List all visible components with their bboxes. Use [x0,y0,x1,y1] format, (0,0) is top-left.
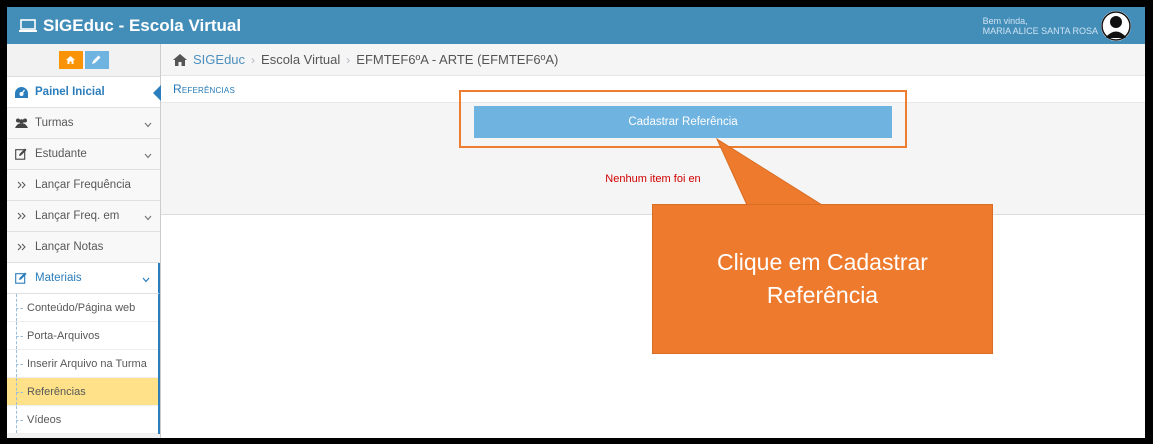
submenu-item-inserir-arquivo[interactable]: Inserir Arquivo na Turma [7,350,158,378]
breadcrumb-item[interactable]: Escola Virtual [261,52,340,67]
double-chevron-icon [13,181,29,189]
sidebar-item-label: Estudante [35,148,87,160]
pencil-icon [92,53,101,67]
submenu-item-referencias[interactable]: Referências [7,378,158,406]
breadcrumb-link-home[interactable]: SIGEduc [193,52,245,67]
chevron-down-icon [142,274,150,286]
callout-text: Clique em Cadastrar Referência [717,249,928,308]
edit-icon [13,272,29,284]
submenu-item-conteudo[interactable]: Conteúdo/Página web [7,294,158,322]
content-panel: Cadastrar Referência Nenhum item foi en [161,90,1145,215]
users-icon [13,118,29,128]
dashboard-icon [13,86,29,98]
sidebar-item-label: Lançar Freq. em [35,210,120,222]
double-chevron-icon [13,243,29,251]
submenu-item-label: Conteúdo/Página web [27,301,136,314]
submenu-item-label: Referências [27,385,86,398]
greeting-text: Bem vinda, [982,16,1028,26]
materiais-submenu: Conteúdo/Página web Porta-Arquivos Inser… [7,294,160,434]
brand[interactable]: SIGEduc - Escola Virtual [19,16,241,36]
home-shortcut-button[interactable] [58,51,83,69]
home-icon[interactable] [173,53,187,66]
breadcrumb: SIGEduc › Escola Virtual › EFMTEF6ºA - A… [161,44,1145,76]
avatar[interactable] [1101,11,1131,41]
edit-icon [13,148,29,160]
breadcrumb-separator-icon: › [346,52,351,67]
breadcrumb-separator-icon: › [251,52,256,67]
sidebar-item-label: Lançar Frequência [35,179,131,191]
chevron-down-icon [144,119,152,131]
sidebar-item-label: Lançar Notas [35,241,104,253]
double-chevron-icon [13,212,29,220]
edit-shortcut-button[interactable] [84,51,109,69]
cadastrar-referencia-button[interactable]: Cadastrar Referência [474,106,892,138]
sidebar-item-lancar-notas[interactable]: Lançar Notas [7,232,160,263]
home-icon [66,53,75,67]
submenu-item-label: Vídeos [27,413,62,426]
user-menu[interactable]: Bem vinda, MARIA ALICE SANTA ROSA [983,9,1131,43]
laptop-icon [19,19,37,33]
sidebar-item-estudante[interactable]: Estudante [7,139,160,170]
top-navbar: SIGEduc - Escola Virtual Bem vinda, MARI… [7,7,1145,44]
app-window: SIGEduc - Escola Virtual Bem vinda, MARI… [7,7,1145,438]
active-caret-icon [153,85,161,101]
sidebar-item-materiais[interactable]: Materiais [7,263,160,294]
app-title: SIGEduc - Escola Virtual [43,16,242,35]
submenu-item-label: Inserir Arquivo na Turma [27,357,147,370]
chevron-down-icon [144,150,152,162]
instruction-callout: Clique em Cadastrar Referência [652,204,993,354]
sidebar-item-label: Painel Inicial [35,86,105,98]
breadcrumb-current: EFMTEF6ºA - ARTE (EFMTEF6ºA) [356,52,559,67]
page-title: Referências [173,82,235,96]
submenu-item-porta-arquivos[interactable]: Porta-Arquivos [7,322,158,350]
sidebar-item-turmas[interactable]: Turmas [7,108,160,139]
sidebar-item-lancar-freq-em[interactable]: Lançar Freq. em [7,201,160,232]
empty-message: Nenhum item foi en [605,173,701,185]
sidebar-shortcuts [7,44,160,77]
submenu-item-videos[interactable]: Vídeos [7,406,158,434]
sidebar: Painel Inicial Turmas Estudante Lançar F… [7,44,161,438]
sidebar-item-lancar-frequencia[interactable]: Lançar Frequência [7,170,160,201]
sidebar-item-label: Materiais [35,272,82,284]
submenu-item-label: Porta-Arquivos [27,329,100,342]
user-name: MARIA ALICE SANTA ROSA [982,26,1098,36]
chevron-down-icon [144,212,152,224]
sidebar-item-painel-inicial[interactable]: Painel Inicial [7,77,161,108]
sidebar-item-label: Turmas [35,117,74,129]
